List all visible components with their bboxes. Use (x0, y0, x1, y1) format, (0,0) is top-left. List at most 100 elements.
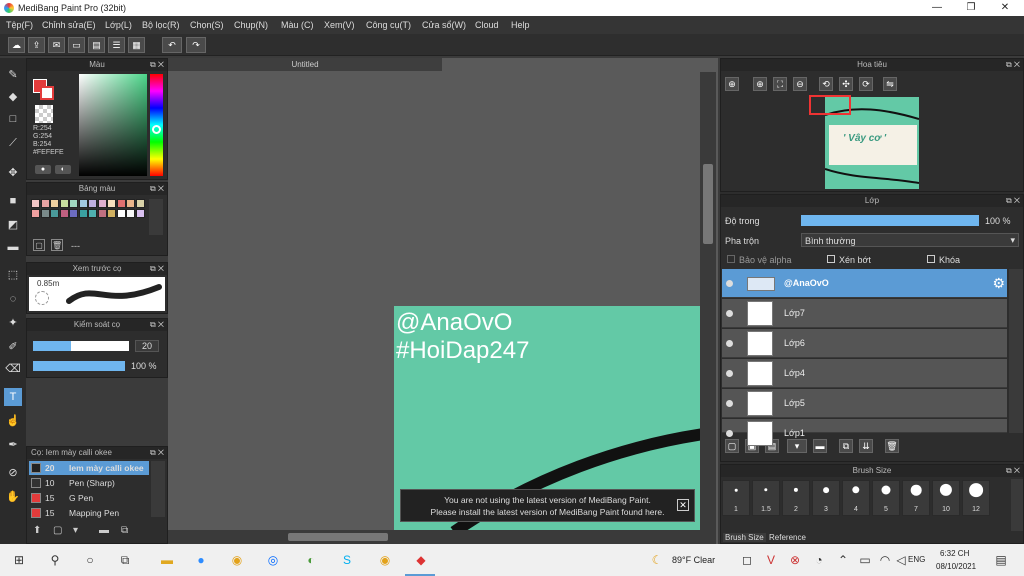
palette-swatch[interactable] (59, 209, 69, 218)
palette-swatch[interactable] (31, 199, 40, 208)
new-brush-icon[interactable]: ▢ (53, 525, 62, 536)
cloud-icon[interactable]: ☁ (8, 37, 25, 53)
tray-expand-icon[interactable]: ⌃ (836, 553, 850, 567)
palette-swatch[interactable] (107, 199, 116, 208)
divide-tool-icon[interactable]: ✒ (4, 436, 22, 454)
brush-size-cell[interactable]: 10 (932, 480, 960, 516)
brush-tool-icon[interactable]: ✎ (4, 66, 22, 84)
palette-swatch[interactable] (97, 199, 107, 208)
palette-swatch[interactable] (88, 209, 97, 218)
layer-options-icon[interactable]: ▾ (787, 439, 807, 453)
language-indicator[interactable]: ENG (908, 555, 925, 564)
layer-row[interactable]: Lớp1 (722, 419, 1007, 446)
brush-list-item[interactable]: 10 Pen (Sharp) (29, 476, 149, 490)
color-mode-button[interactable]: ● (35, 165, 51, 174)
layer-visibility-icon[interactable] (726, 310, 733, 317)
weather-text[interactable]: 89°F Clear (672, 555, 715, 565)
palette-swatch[interactable] (126, 199, 135, 208)
brush-opacity-slider[interactable] (33, 361, 125, 371)
wifi-icon[interactable]: ◠ (878, 553, 892, 567)
palette-swatch[interactable] (40, 199, 50, 208)
delete-layer-icon[interactable]: 🗑 (885, 439, 899, 453)
zoom-in-alt-icon[interactable]: ⊕ (753, 77, 767, 91)
saturation-value-picker[interactable] (79, 74, 147, 176)
maximize-button[interactable]: ❐ (954, 0, 988, 16)
brush-size-cell[interactable]: 3 (812, 480, 840, 516)
palette-swatch[interactable] (31, 209, 40, 218)
volume-icon[interactable]: ◁ (894, 553, 908, 567)
menu-tools[interactable]: Công cụ(T) (366, 20, 411, 30)
menu-color[interactable]: Màu (C) (281, 20, 314, 30)
move-tool-icon[interactable]: ✥ (4, 164, 22, 182)
menu-window[interactable]: Cửa sổ(W) (422, 20, 466, 30)
reset-view-icon[interactable]: ✣ (839, 77, 853, 91)
fit-screen-icon[interactable]: ⛶ (773, 77, 787, 91)
clock-time[interactable]: 6:32 CH (940, 549, 969, 558)
brush-size-cell[interactable]: 2 (782, 480, 810, 516)
zoom-out-icon[interactable]: ⊖ (793, 77, 807, 91)
close-button[interactable]: ✕ (988, 0, 1022, 16)
minimize-button[interactable]: — (920, 0, 954, 16)
coccoc-icon[interactable]: ◐ (304, 553, 318, 567)
clipping-checkbox[interactable] (827, 255, 835, 263)
delete-palette-icon[interactable]: 🗑 (51, 239, 63, 251)
panel-controls-icon[interactable]: ⧉ ✕ (150, 263, 164, 275)
transparent-swatch[interactable] (35, 105, 53, 123)
brush-size-tab[interactable]: Brush Size (723, 533, 766, 542)
hue-handle[interactable] (152, 125, 161, 134)
document-tab[interactable]: Untitled (168, 58, 442, 71)
brush-size-cell[interactable]: 4 (842, 480, 870, 516)
palette-swatch[interactable] (135, 209, 145, 218)
palette-swatch[interactable] (78, 209, 88, 218)
windows-start-icon[interactable]: ⊞ (12, 553, 26, 567)
panel-controls-icon[interactable]: ⧉ ✕ (150, 183, 164, 195)
brush-list-scrollbar[interactable] (151, 461, 165, 517)
duplicate-brush-icon[interactable]: ⧉ (121, 525, 128, 536)
layer-visibility-icon[interactable] (726, 400, 733, 407)
brush-size-cell[interactable]: 5 (872, 480, 900, 516)
merge-layer-icon[interactable]: ⇊ (859, 439, 873, 453)
clock-date[interactable]: 08/10/2021 (936, 562, 976, 571)
rotate-right-icon[interactable]: ⟳ (859, 77, 873, 91)
palette-scrollbar[interactable] (149, 199, 163, 235)
comment-icon[interactable]: ▭ (68, 37, 85, 53)
menu-select[interactable]: Chọn(S) (190, 20, 224, 30)
page-icon[interactable]: ▤ (88, 37, 105, 53)
palette-swatch[interactable] (69, 209, 78, 218)
operation-tool-icon[interactable]: ☝ (4, 412, 22, 430)
bucket-tool-icon[interactable]: ◩ (4, 216, 22, 234)
layer-folder-icon[interactable]: ▬ (813, 439, 827, 453)
palette-swatch[interactable] (126, 209, 135, 218)
grid-icon[interactable]: ▦ (128, 37, 145, 53)
layer-opacity-slider[interactable] (801, 215, 979, 226)
shape-tool-icon[interactable]: □ (4, 110, 22, 128)
weather-moon-icon[interactable]: ☾ (650, 553, 664, 567)
redo-icon[interactable]: ↷ (186, 37, 206, 53)
layer-visibility-icon[interactable] (726, 280, 733, 287)
palette-swatch[interactable] (40, 209, 50, 218)
rotate-left-icon[interactable]: ⟲ (819, 77, 833, 91)
undo-icon[interactable]: ↶ (162, 37, 182, 53)
layer-row[interactable]: Lớp4 (722, 359, 1007, 388)
protect-alpha-checkbox[interactable] (727, 255, 735, 263)
chrome-icon[interactable]: ◉ (230, 553, 244, 567)
brush-size-scrollbar[interactable] (1011, 479, 1023, 531)
menu-help[interactable]: Help (511, 20, 530, 30)
palette-swatch[interactable] (116, 199, 126, 208)
flip-icon[interactable]: ⇋ (883, 77, 897, 91)
palette-swatch[interactable] (50, 209, 59, 218)
chrome-profile-icon[interactable]: ◉ (378, 553, 392, 567)
medibang-taskbar-icon[interactable]: ◆ (414, 553, 428, 567)
vertical-scroll-thumb[interactable] (703, 164, 713, 244)
tray-icon-1[interactable]: ◻ (740, 553, 754, 567)
task-view-icon[interactable]: ⧉ (118, 553, 132, 567)
chat-icon[interactable]: ✉ (48, 37, 65, 53)
select-pen-icon[interactable]: ✐ (4, 338, 22, 356)
list-icon[interactable]: ☰ (108, 37, 125, 53)
brush-size-slider[interactable] (33, 341, 129, 351)
reference-tab[interactable]: Reference (769, 533, 806, 542)
lasso-tool-icon[interactable]: ◌ (4, 290, 22, 308)
palette-swatch[interactable] (69, 199, 78, 208)
fill-rect-tool-icon[interactable]: ■ (4, 192, 22, 210)
palette-swatch[interactable] (97, 209, 107, 218)
